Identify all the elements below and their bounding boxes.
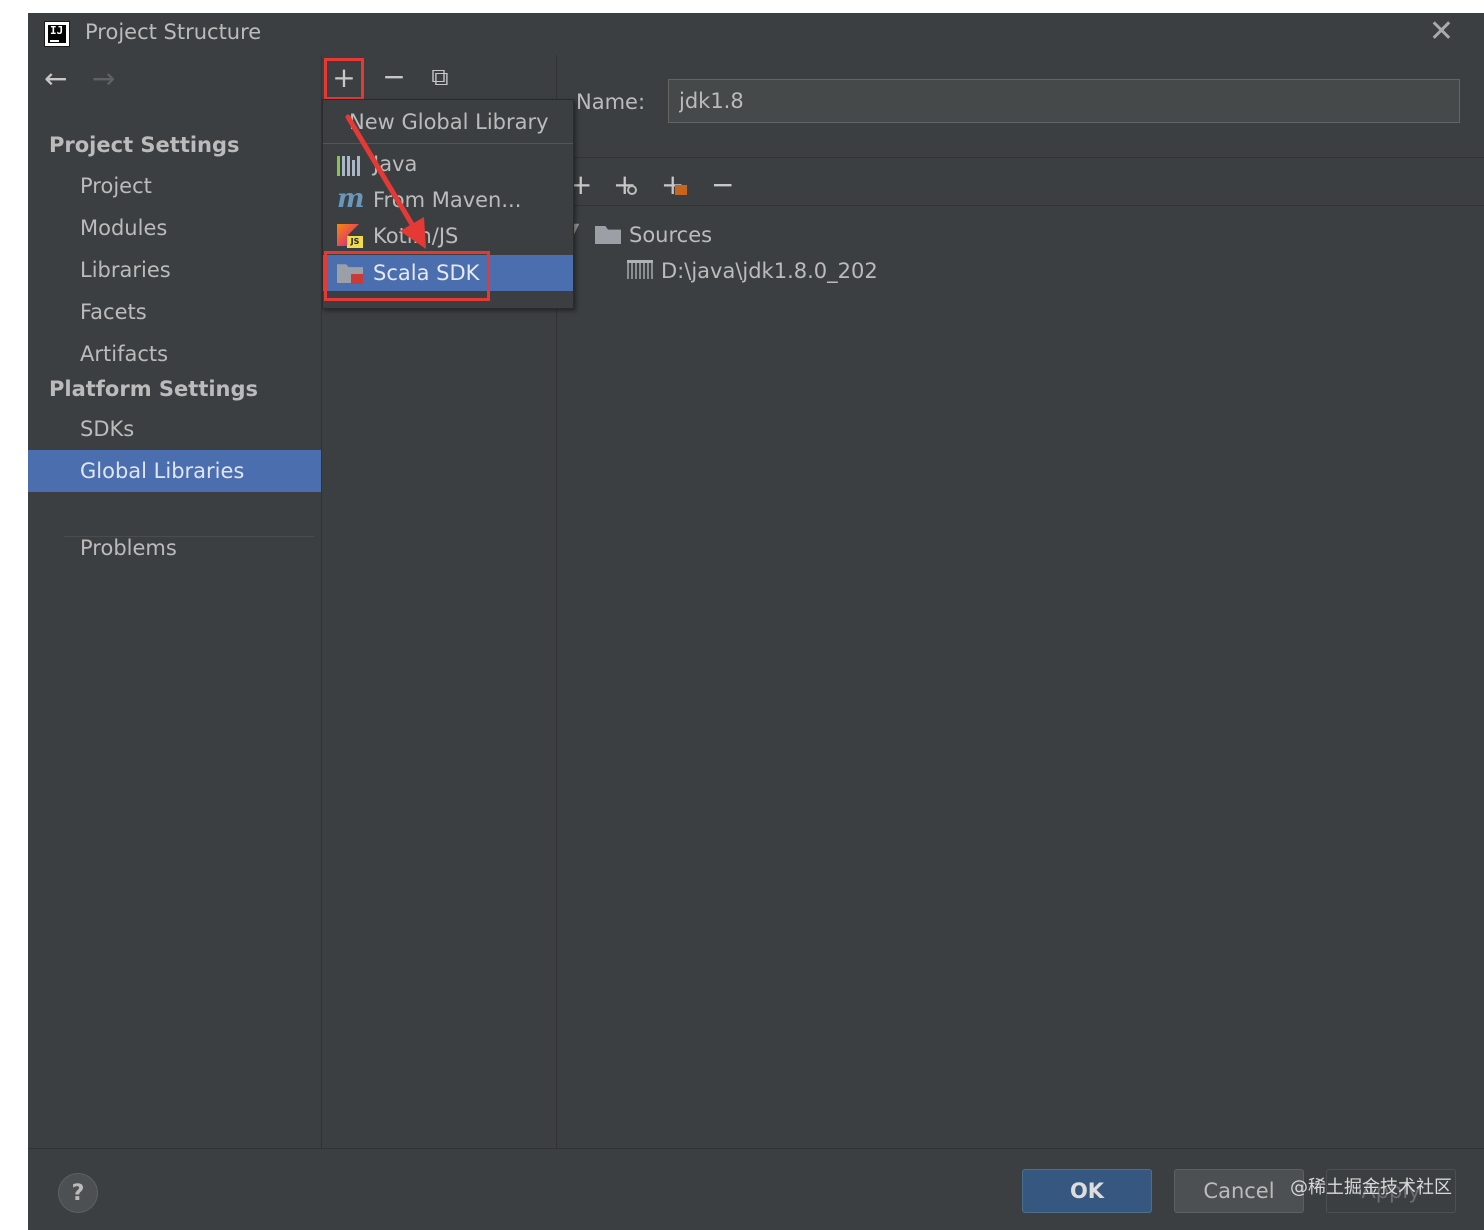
sidebar-item-artifacts[interactable]: Artifacts [28, 333, 321, 375]
sidebar-item-global-libraries[interactable]: Global Libraries [28, 450, 321, 492]
copy-library-button[interactable]: ⧉ [426, 63, 454, 91]
window-title: Project Structure [85, 20, 262, 44]
sidebar-item-libraries[interactable]: Libraries [28, 249, 321, 291]
plus-icon: + [332, 61, 356, 94]
settings-sidebar: ← → Project Settings Project Modules Lib… [28, 55, 322, 1148]
sidebar-item-project[interactable]: Project [28, 165, 321, 207]
minus-icon: − [382, 60, 406, 93]
close-icon[interactable]: ✕ [1429, 17, 1454, 47]
sidebar-item-sdks[interactable]: SDKs [28, 408, 321, 450]
cancel-button[interactable]: Cancel [1174, 1169, 1304, 1213]
name-label: Name: [576, 90, 646, 114]
dialog-footer: ? OK Cancel Apply @稀土掘金技术社区 [28, 1148, 1484, 1230]
detail-divider [557, 157, 1484, 158]
folder-icon [595, 226, 621, 244]
add-root-archive-icon[interactable]: + [661, 167, 687, 203]
back-arrow-icon[interactable]: ← [44, 65, 67, 93]
add-library-button[interactable]: + [324, 58, 364, 100]
archive-icon [627, 260, 653, 279]
project-settings-heading: Project Settings [49, 133, 240, 157]
sidebar-item-facets[interactable]: Facets [28, 291, 321, 333]
forward-arrow-icon[interactable]: → [92, 65, 115, 93]
add-root-special-icon[interactable]: + [613, 167, 637, 203]
tree-folder-row[interactable]: Sources [595, 219, 712, 251]
title-bar: IJ Project Structure ✕ [28, 13, 1484, 55]
help-button[interactable]: ? [58, 1173, 98, 1213]
remove-root-icon[interactable]: − [711, 167, 734, 203]
name-field[interactable] [668, 79, 1460, 123]
platform-settings-heading: Platform Settings [49, 377, 259, 401]
ok-button[interactable]: OK [1022, 1169, 1152, 1213]
project-structure-dialog: IJ Project Structure ✕ ← → Project Setti… [28, 13, 1484, 1230]
tree-toolbar-divider [557, 205, 1484, 206]
tree-entry-label: D:\java\jdk1.8.0_202 [661, 259, 878, 283]
remove-library-button[interactable]: − [380, 63, 408, 91]
sidebar-item-modules[interactable]: Modules [28, 207, 321, 249]
scala-sdk-highlight-box [324, 251, 490, 301]
tree-folder-label: Sources [629, 223, 713, 247]
copy-icon: ⧉ [431, 63, 449, 91]
sidebar-item-problems[interactable]: Problems [28, 527, 321, 569]
tree-entry-row[interactable]: D:\java\jdk1.8.0_202 [627, 255, 878, 287]
watermark-text: @稀土掘金技术社区 [1290, 1177, 1452, 1198]
library-detail-pane: Name: + + + − ▼ Sources D:\java\jdk1.8.0… [557, 55, 1484, 1148]
intellij-app-icon: IJ [44, 21, 70, 47]
annotation-arrow-icon [345, 114, 426, 249]
